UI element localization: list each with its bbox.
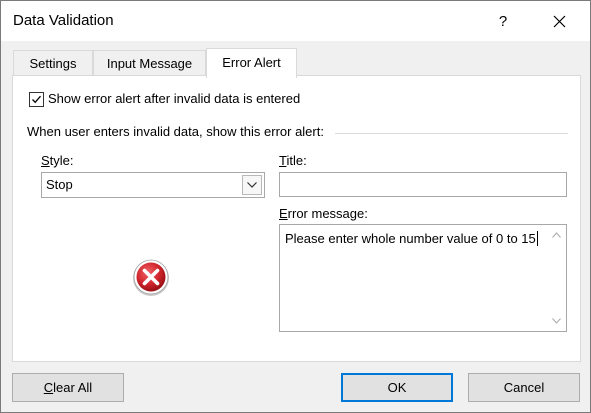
close-icon [553, 15, 565, 27]
error-message-textarea[interactable]: Please enter whole number value of 0 to … [279, 224, 567, 332]
stop-error-icon [133, 259, 169, 296]
close-button[interactable] [535, 1, 583, 41]
help-button[interactable]: ? [479, 1, 527, 41]
scroll-up-icon[interactable] [548, 230, 565, 240]
text-caret [536, 231, 538, 246]
cancel-button[interactable]: Cancel [468, 373, 580, 402]
ok-button[interactable]: OK [341, 373, 453, 402]
tab-input-message[interactable]: Input Message [93, 50, 206, 77]
group-divider [335, 133, 568, 134]
scroll-down-icon[interactable] [548, 316, 565, 326]
tab-settings[interactable]: Settings [13, 50, 93, 77]
title-input[interactable] [279, 172, 567, 197]
data-validation-dialog: Data Validation ? Settings Input Message… [0, 0, 591, 413]
invalid-data-group-label: When user enters invalid data, show this… [27, 124, 324, 139]
message-scrollbar[interactable] [548, 226, 565, 330]
error-alert-panel: Show error alert after invalid data is e… [12, 75, 581, 362]
error-message-text: Please enter whole number value of 0 to … [285, 231, 538, 246]
title-label: Title: [279, 153, 307, 168]
style-dropdown[interactable]: Stop [41, 172, 265, 198]
title-bar: Data Validation ? [1, 1, 590, 41]
style-label: Style: [41, 153, 74, 168]
checkmark-icon [32, 95, 41, 104]
show-error-alert-checkbox[interactable] [29, 92, 44, 107]
style-dropdown-value: Stop [46, 177, 73, 192]
help-icon: ? [498, 12, 508, 30]
clear-all-button[interactable]: Clear All [12, 373, 124, 402]
chevron-down-icon[interactable] [242, 175, 262, 195]
dialog-title: Data Validation [13, 12, 114, 29]
tab-error-alert[interactable]: Error Alert [206, 48, 297, 78]
error-message-label: Error message: [279, 206, 368, 221]
show-error-alert-label[interactable]: Show error alert after invalid data is e… [48, 91, 300, 106]
